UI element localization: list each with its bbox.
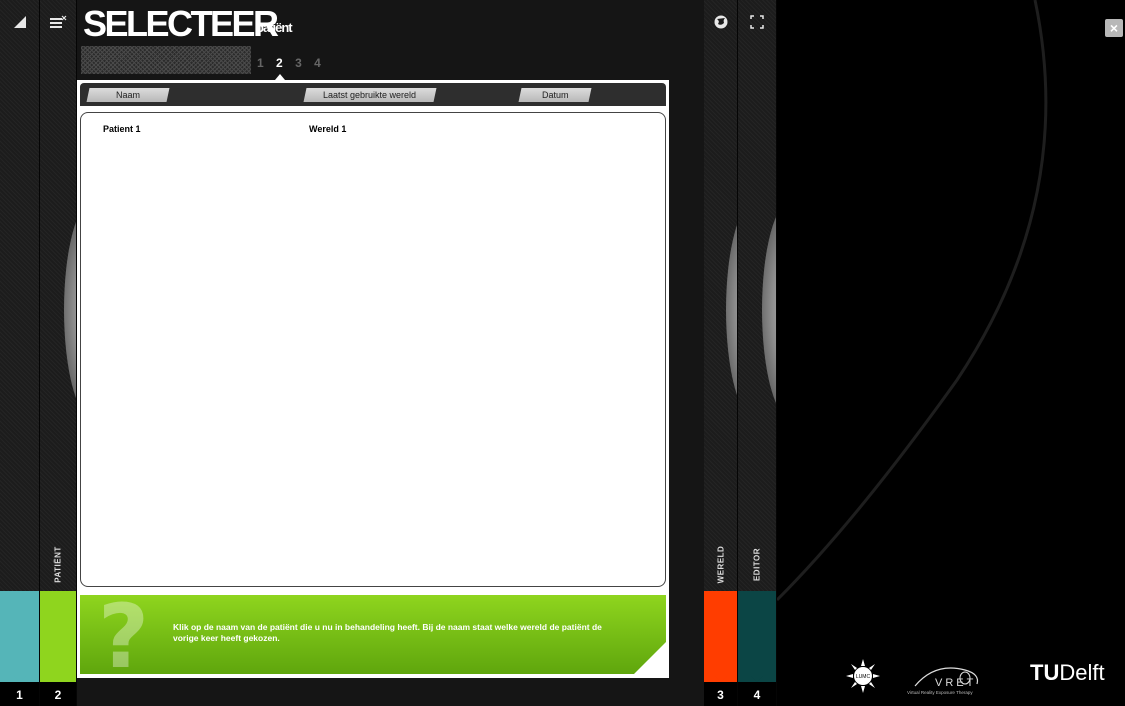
page-fold-corner — [634, 642, 666, 674]
strip-4-curve — [762, 200, 776, 420]
lumc-logo: LUMC — [846, 659, 880, 693]
strip-2-curve — [64, 200, 76, 420]
globe-icon[interactable] — [704, 14, 737, 35]
strip-2-patient[interactable]: PATIËNT 2 — [40, 0, 77, 706]
hint-text: Klik op de naam van de patiënt die u nu … — [173, 622, 602, 643]
step-1[interactable]: 1 — [257, 56, 264, 70]
step-3[interactable]: 3 — [295, 56, 302, 70]
table-row[interactable]: Patient 1 Wereld 1 — [81, 121, 665, 137]
svg-text:Virtual Reality Exposure Thera: Virtual Reality Exposure Therapy — [907, 690, 973, 695]
step-4[interactable]: 4 — [314, 56, 321, 70]
step-indicator: 1 2 3 4 — [257, 56, 330, 70]
cell-wereld: Wereld 1 — [309, 124, 347, 134]
list-icon[interactable] — [40, 14, 76, 34]
page-subtitle: patiënt — [256, 20, 293, 35]
collapse-arrow-icon[interactable] — [0, 14, 39, 34]
preview-area — [777, 0, 1125, 706]
strip-4-number: 4 — [738, 676, 776, 706]
svg-text:VRET: VRET — [935, 677, 976, 689]
strip-1[interactable]: 1 — [0, 0, 40, 706]
tudelft-logo: TUDelft — [1030, 660, 1105, 686]
step-2[interactable]: 2 — [276, 56, 283, 70]
strip-3-curve — [726, 200, 737, 420]
strip-3-wereld[interactable]: WERELD 3 — [704, 0, 738, 706]
strip-3-label: WERELD — [716, 545, 725, 584]
strip-3-number: 3 — [704, 676, 737, 706]
expand-icon[interactable] — [738, 14, 776, 34]
strip-1-color — [0, 591, 39, 682]
strip-3-color — [704, 591, 737, 682]
strip-2-color — [40, 591, 76, 682]
question-mark-icon: ? — [98, 595, 150, 674]
vret-logo: VRET Virtual Reality Exposure Therapy — [907, 667, 979, 695]
column-header-naam[interactable]: Naam — [86, 88, 170, 102]
strip-4-label: EDITOR — [752, 547, 762, 582]
close-button[interactable]: × — [1105, 19, 1123, 37]
tudelft-logo-delft: Delft — [1059, 660, 1105, 685]
decorative-arc — [777, 0, 1048, 602]
patient-list[interactable]: Patient 1 Wereld 1 — [80, 112, 666, 587]
strip-2-number: 2 — [40, 676, 76, 706]
column-header-datum[interactable]: Datum — [518, 88, 592, 102]
tudelft-logo-tu: TU — [1030, 660, 1060, 685]
table-header: Naam Laatst gebruikte wereld Datum — [80, 83, 666, 106]
column-header-wereld[interactable]: Laatst gebruikte wereld — [303, 88, 437, 102]
strip-4-color — [738, 591, 776, 682]
strip-1-number: 1 — [0, 676, 39, 706]
header-pattern — [81, 46, 251, 74]
content-area: Naam Laatst gebruikte wereld Datum Patie… — [77, 80, 669, 678]
main-panel: SELECTEER patiënt 1 2 3 4 Naam Laatst ge… — [77, 0, 704, 706]
cell-naam: Patient 1 — [103, 124, 141, 134]
svg-text:LUMC: LUMC — [856, 674, 871, 680]
strip-4-editor[interactable]: EDITOR 4 — [738, 0, 777, 706]
page-title: SELECTEER — [83, 3, 279, 44]
strip-2-label: PATIËNT — [53, 546, 63, 583]
hint-box: ? Klik op de naam van de patiënt die u n… — [80, 595, 666, 674]
